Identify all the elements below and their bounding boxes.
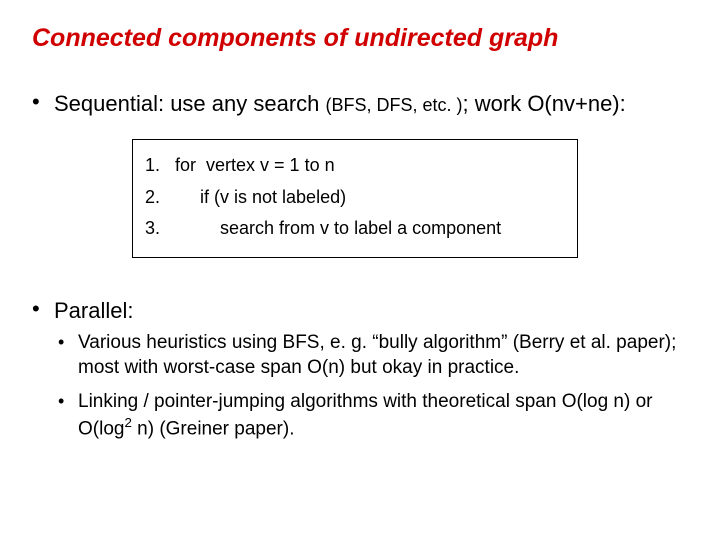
pseudocode-line-2: 2. if (v is not labeled) — [145, 182, 565, 214]
bullet-parallel: Parallel: Various heuristics using BFS, … — [28, 298, 692, 443]
slide: Connected components of undirected graph… — [0, 0, 720, 540]
pseudocode-line-3: 3. search from v to label a component — [145, 213, 565, 245]
bullet-sequential-tail: ; work O(nv+ne): — [463, 91, 626, 116]
bullet-sequential-paren: (BFS, DFS, etc. ) — [326, 95, 463, 115]
sub-bullet-linking: Linking / pointer-jumping algorithms wit… — [54, 389, 692, 443]
bullet-parallel-label: Parallel: — [54, 298, 133, 323]
sub-bullet-heuristics: Various heuristics using BFS, e. g. “bul… — [54, 330, 692, 381]
slide-title: Connected components of undirected graph — [32, 24, 692, 53]
bullet-list: Sequential: use any search (BFS, DFS, et… — [28, 91, 692, 442]
bullet-sequential-lead: Sequential: use any search — [54, 91, 326, 116]
superscript-2: 2 — [124, 415, 131, 430]
bullet-sequential: Sequential: use any search (BFS, DFS, et… — [28, 91, 692, 258]
sub-bullet-list: Various heuristics using BFS, e. g. “bul… — [54, 330, 692, 443]
sub-bullet-linking-b: n) (Greiner paper). — [132, 419, 295, 440]
pseudocode-box: 1. for vertex v = 1 to n 2. if (v is not… — [132, 139, 578, 258]
pseudocode-line-1: 1. for vertex v = 1 to n — [145, 150, 565, 182]
